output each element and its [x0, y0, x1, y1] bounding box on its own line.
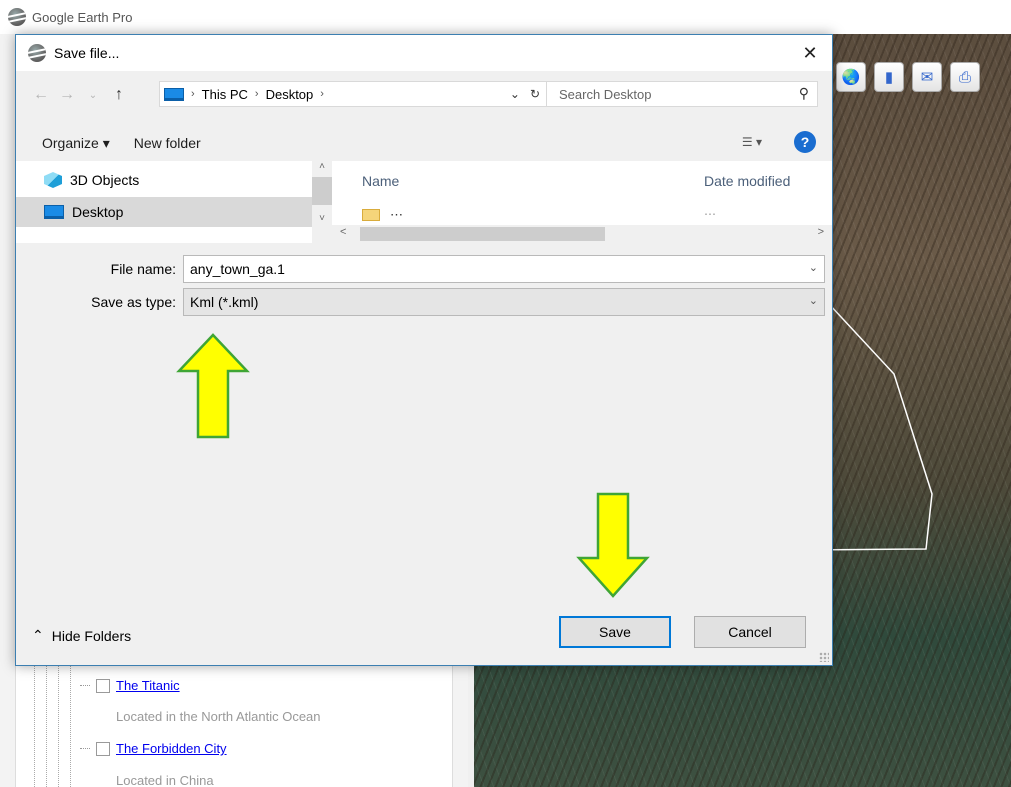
file-name-value: any_town_ga.1: [190, 261, 285, 277]
google-earth-logo-icon: [8, 8, 26, 26]
tree-guide-line: [46, 664, 47, 787]
file-name-row: File name: any_town_ga.1 ⌄: [16, 255, 832, 283]
this-pc-icon: [164, 87, 184, 101]
nav-pane-scrollbar[interactable]: ˄ ˅: [312, 161, 332, 243]
breadcrumb-separator-icon[interactable]: ›: [252, 88, 262, 100]
hide-folders-button[interactable]: ⌃ Hide Folders: [32, 627, 131, 644]
map-toolbar: 🌏 ▮ ✉ ⎙: [836, 60, 980, 94]
search-input[interactable]: Search Desktop ⚲: [546, 81, 818, 107]
save-type-select[interactable]: Kml (*.kml) ⌄: [183, 288, 825, 316]
ruler-icon[interactable]: ▮: [874, 62, 904, 92]
save-file-dialog: Save file... ✕ ← → ⌄ ↑ › This PC › Deskt…: [15, 34, 833, 666]
scroll-up-icon[interactable]: ˄: [312, 161, 332, 175]
app-title: Google Earth Pro: [32, 9, 133, 25]
google-earth-logo-icon: [28, 44, 46, 62]
breadcrumb-separator-icon[interactable]: ›: [317, 88, 327, 100]
tree-guide-line: [58, 664, 59, 787]
chevron-down-icon[interactable]: ⌄: [809, 294, 818, 307]
dialog-titlebar: Save file...: [16, 35, 832, 71]
column-header-date-modified[interactable]: Date modified: [704, 173, 790, 189]
column-header-name[interactable]: Name: [362, 173, 399, 189]
command-bar: Organize ▾ New folder ☰ ▾ ?: [16, 129, 832, 157]
address-dropdown-chevron-icon[interactable]: ⌄: [510, 87, 520, 101]
nav-item-desktop[interactable]: Desktop: [16, 197, 312, 227]
email-icon[interactable]: ✉: [912, 62, 942, 92]
cancel-button[interactable]: Cancel: [694, 616, 806, 648]
tree-item-forbidden-city: The Forbidden City: [80, 741, 227, 756]
nav-item-label: Desktop: [72, 204, 124, 220]
annotation-up-arrow-icon: [176, 333, 250, 439]
place-checkbox[interactable]: [96, 678, 110, 693]
help-icon[interactable]: ?: [794, 131, 816, 153]
scroll-thumb[interactable]: [312, 177, 332, 205]
save-type-value: Kml (*.kml): [190, 294, 259, 310]
nav-item-label: 3D Objects: [70, 172, 140, 188]
dialog-title: Save file...: [54, 45, 120, 61]
address-row: ← → ⌄ ↑ › This PC › Desktop › ⌄ ↻ Search…: [16, 79, 832, 111]
breadcrumb-separator-icon[interactable]: ›: [188, 88, 198, 100]
place-description: Located in the North Atlantic Ocean: [116, 709, 321, 724]
hide-folders-label: Hide Folders: [51, 627, 132, 644]
place-link[interactable]: The Forbidden City: [116, 741, 227, 756]
app-titlebar: Google Earth Pro: [0, 0, 1011, 34]
forward-arrow-icon[interactable]: →: [54, 86, 80, 104]
tree-item-titanic: The Titanic: [80, 678, 180, 693]
back-arrow-icon[interactable]: ←: [28, 86, 54, 104]
breadcrumb-this-pc[interactable]: This PC: [202, 87, 248, 102]
scroll-left-icon[interactable]: ˂: [340, 226, 346, 238]
panel-gutter: [0, 34, 16, 787]
close-button[interactable]: ✕: [788, 35, 832, 71]
refresh-icon[interactable]: ↻: [530, 87, 540, 101]
up-arrow-icon[interactable]: ↑: [106, 86, 132, 104]
scroll-right-icon[interactable]: ˃: [818, 226, 824, 238]
breadcrumb-desktop[interactable]: Desktop: [266, 87, 314, 102]
search-icon: ⚲: [798, 85, 809, 101]
place-link[interactable]: The Titanic: [116, 678, 180, 693]
scroll-thumb[interactable]: [360, 227, 605, 241]
search-placeholder: Search Desktop: [559, 86, 652, 102]
navigation-pane: 3D Objects Desktop: [16, 161, 312, 243]
save-type-label: Save as type:: [91, 294, 176, 310]
save-button[interactable]: Save: [559, 616, 671, 648]
address-bar[interactable]: › This PC › Desktop › ⌄ ↻: [159, 81, 547, 107]
file-name-input[interactable]: any_town_ga.1 ⌄: [183, 255, 825, 283]
nav-item-3d-objects[interactable]: 3D Objects: [16, 165, 312, 195]
file-name-label: File name:: [110, 261, 176, 277]
change-view-icon[interactable]: ☰ ▾: [742, 135, 762, 149]
file-row-date-clipped: ⋯: [704, 207, 716, 221]
save-type-row: Save as type: Kml (*.kml) ⌄: [16, 288, 832, 316]
chevron-down-icon[interactable]: ⌄: [809, 261, 818, 274]
annotation-down-arrow-icon: [576, 492, 650, 598]
resize-grip-icon[interactable]: [819, 652, 829, 662]
print-icon[interactable]: ⎙: [950, 62, 980, 92]
file-list-hscrollbar[interactable]: ˂ ˃: [332, 225, 832, 243]
place-description: Located in China: [116, 773, 214, 787]
recent-locations-chevron-icon[interactable]: ⌄: [80, 90, 106, 101]
scroll-down-icon[interactable]: ˅: [312, 213, 332, 227]
tree-guide-line: [34, 664, 35, 787]
3d-objects-icon: [44, 172, 62, 188]
planet-icon[interactable]: 🌏: [836, 62, 866, 92]
place-checkbox[interactable]: [96, 741, 110, 756]
file-row-name-clipped[interactable]: ⋯: [390, 207, 403, 223]
desktop-icon: [44, 205, 64, 219]
organize-button[interactable]: Organize ▾: [30, 135, 122, 152]
tree-guide-line: [70, 664, 71, 787]
folder-icon: [362, 209, 380, 221]
chevron-up-icon: ⌃: [32, 627, 44, 643]
new-folder-button[interactable]: New folder: [122, 135, 213, 151]
